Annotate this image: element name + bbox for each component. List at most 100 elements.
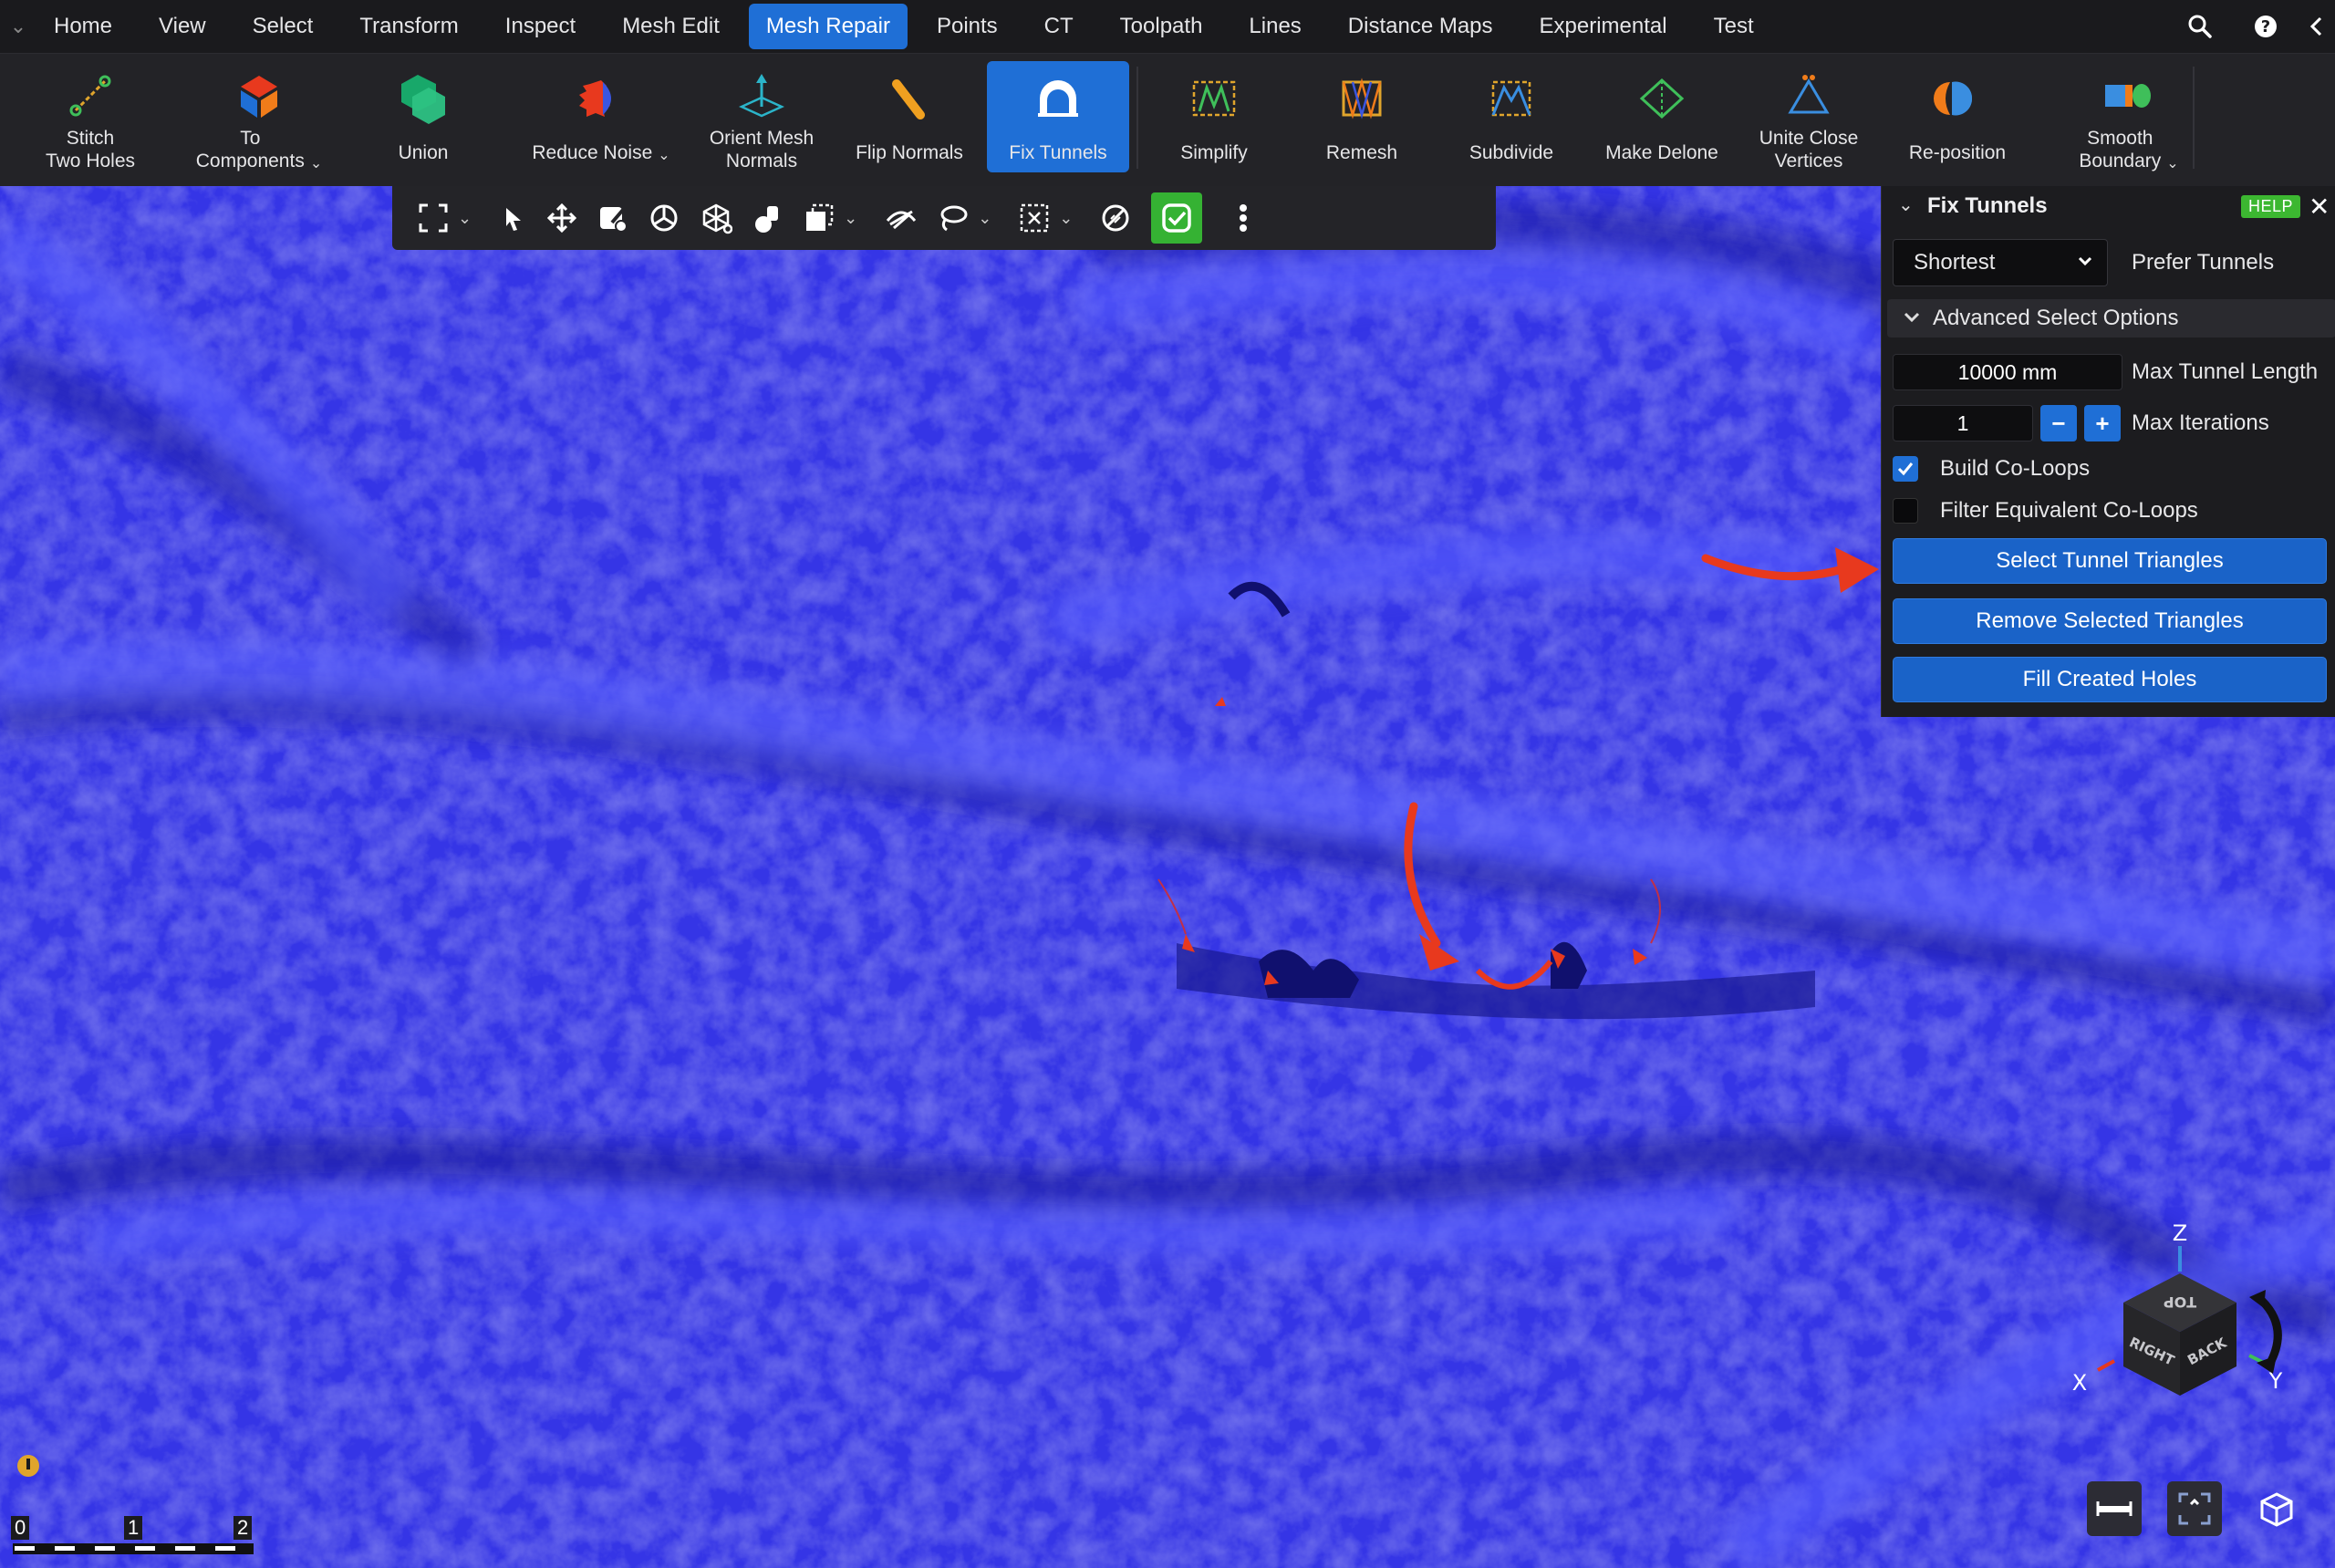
remesh-icon [1330,67,1394,130]
light-indicator-icon[interactable] [15,1452,42,1480]
fix-tunnels-button[interactable]: Fix Tunnels [987,61,1129,172]
menu-lines[interactable]: Lines [1231,4,1318,49]
paint-select-icon[interactable] [752,186,784,250]
menu-select[interactable]: Select [235,4,331,49]
remove-selected-triangles-button[interactable]: Remove Selected Triangles [1893,598,2327,644]
chevron-down-icon[interactable]: ⌄ [0,15,36,38]
chevron-down-icon[interactable]: ⌄ [310,154,322,172]
scale-tick-2: 2 [234,1516,253,1540]
deselect-icon[interactable] [1019,186,1050,250]
stitch-two-holes-button[interactable]: Stitch Two Holes [33,61,148,172]
move-icon[interactable] [546,186,577,250]
menu-inspect[interactable]: Inspect [488,4,593,49]
ribbon-divider [2193,67,2195,169]
subdivide-button[interactable]: Subdivide [1454,61,1569,172]
menu-transform[interactable]: Transform [342,4,475,49]
lasso-icon[interactable] [938,186,969,250]
tool-label: To Components [195,128,305,171]
menu-view[interactable]: View [141,4,223,49]
select-cursor-icon[interactable] [499,186,526,250]
collapse-left-icon[interactable] [2299,0,2335,53]
chevron-down-icon[interactable]: ⌄ [978,209,991,228]
decrement-button[interactable]: − [2040,405,2077,441]
make-delone-icon [1630,67,1694,130]
view-toolbar: ⌄ ⌄ ⌄ ⌄ [392,186,1496,250]
box-select-icon[interactable] [804,186,835,250]
measure-icon[interactable] [2087,1481,2142,1536]
select-tunnel-triangles-button[interactable]: Select Tunnel Triangles [1893,538,2327,584]
subdivide-icon [1479,67,1543,130]
ribbon-divider [1136,67,1138,169]
menu-test[interactable]: Test [1697,4,1771,49]
focus-icon[interactable] [2167,1481,2222,1536]
max-tunnel-length-input[interactable]: 10000 mm [1893,354,2122,390]
simplify-button[interactable]: Simplify [1157,61,1271,172]
max-iterations-input[interactable]: 1 [1893,405,2033,441]
max-iterations-label: Max Iterations [2132,410,2269,435]
cube-view-icon[interactable] [2249,1481,2304,1536]
tool-label: Re-position [1908,142,2007,163]
svg-text:?: ? [2261,17,2270,36]
more-options-icon[interactable] [1239,186,1248,250]
chevron-down-icon[interactable]: ⌄ [1898,193,1914,216]
flip-normals-button[interactable]: Flip Normals [850,61,969,172]
max-tunnel-length-label: Max Tunnel Length [2132,359,2319,384]
search-icon[interactable] [2167,0,2233,53]
to-components-button[interactable]: To Components ⌄ [186,61,332,172]
menu-ct[interactable]: CT [1027,4,1091,49]
fix-tunnels-panel: ⌄ Fix Tunnels HELP ✕ Shortest Prefer Tun… [1881,186,2335,717]
orientation-cube[interactable]: TOP RIGHT BACK Z X Y [2061,1219,2289,1428]
simplify-icon [1182,67,1246,130]
menu-toolpath[interactable]: Toolpath [1103,4,1220,49]
advanced-select-options-label: Advanced Select Options [1933,306,2179,330]
chevron-down-icon[interactable]: ⌄ [844,209,857,228]
increment-button[interactable]: + [2084,405,2121,441]
filter-equivalent-co-loops-checkbox[interactable] [1893,498,1918,524]
hide-icon[interactable] [885,186,918,250]
build-co-loops-checkbox[interactable] [1893,456,1918,482]
chevron-down-icon[interactable]: ⌄ [1059,209,1073,228]
menu-distance-maps[interactable]: Distance Maps [1331,4,1510,49]
confirm-check-icon[interactable] [1151,192,1203,244]
orient-mesh-normals-button[interactable]: Orient Mesh Normals [702,61,821,172]
tool-label: Remesh [1325,142,1398,163]
menu-points[interactable]: Points [919,4,1015,49]
disable-icon[interactable] [1100,186,1131,250]
prefer-tunnels-label: Prefer Tunnels [2132,250,2275,275]
menu-mesh-repair[interactable]: Mesh Repair [748,4,908,49]
union-button[interactable]: Union [374,61,472,172]
menu-home[interactable]: Home [36,4,130,49]
fill-created-holes-button[interactable]: Fill Created Holes [1893,657,2327,702]
reduce-noise-button[interactable]: Reduce Noise ⌄ [524,61,679,172]
transform-gizmo-icon[interactable] [700,186,733,250]
dropdown-value: Shortest [1914,250,1996,275]
axis-y-label: Y [2268,1368,2283,1394]
tool-label: Unite Close Vertices [1759,128,1859,171]
panel-header: ⌄ Fix Tunnels HELP ✕ [1882,186,2335,226]
smooth-boundary-button[interactable]: Smooth Boundary ⌄ [2056,61,2202,172]
tool-label: Simplify [1180,142,1248,163]
help-button[interactable]: HELP [2241,195,2301,218]
unite-vertices-icon [1777,67,1841,125]
menu-experimental[interactable]: Experimental [1522,4,1685,49]
chevron-down-icon[interactable]: ⌄ [658,146,669,164]
advanced-select-options-toggle[interactable]: Advanced Select Options [1887,299,2335,337]
chevron-down-icon[interactable]: ⌄ [458,209,472,228]
prefer-tunnels-dropdown[interactable]: Shortest [1893,239,2108,286]
make-delone-button[interactable]: Make Delone [1596,61,1728,172]
re-position-button[interactable]: Re-position [1894,61,2021,172]
help-icon[interactable]: ? [2233,0,2299,53]
tool-label: Stitch Two Holes [45,128,136,171]
edit-object-icon[interactable] [597,186,628,250]
reposition-icon [1925,67,1989,130]
tool-label: Union [398,142,449,163]
fit-view-icon[interactable] [418,186,449,250]
components-icon [227,67,291,125]
rotate-icon[interactable] [649,186,680,250]
scale-bar: 0 1 2 [0,1509,265,1568]
unite-close-vertices-button[interactable]: Unite Close Vertices [1748,61,1870,172]
remesh-button[interactable]: Remesh [1304,61,1419,172]
close-icon[interactable]: ✕ [2309,192,2330,222]
chevron-down-icon[interactable]: ⌄ [2166,154,2178,172]
menu-mesh-edit[interactable]: Mesh Edit [605,4,737,49]
